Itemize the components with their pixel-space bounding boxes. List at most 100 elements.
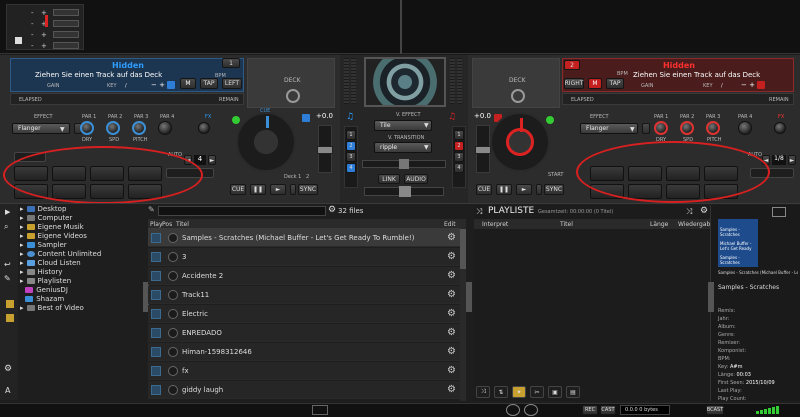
table-row[interactable]: Himan-1598312646 ⚙ [148,343,460,361]
pin-icon[interactable]: ✎ [4,274,11,283]
table-row[interactable]: ENREDADO ⚙ [148,324,460,342]
minus-button[interactable]: - [31,9,39,17]
headphones-icon[interactable]: ♫ [448,112,462,123]
side-tab-sampler[interactable] [466,282,472,312]
param-knob[interactable] [80,121,94,135]
magic-icon[interactable]: ✦ [512,386,526,398]
tree-item-geniusdj[interactable]: GeniusDJ [20,286,68,294]
col-pos[interactable]: Pos [162,221,172,228]
minus-button[interactable]: - [31,31,39,39]
tree-item-videos[interactable]: ▸ Eigene Videos [20,232,87,240]
tree-item-shazam[interactable]: Shazam [20,295,64,303]
bcast-button[interactable]: BCAST [706,405,724,415]
slider-handle[interactable] [317,146,333,154]
crossfader[interactable] [364,186,444,197]
col-title[interactable]: Titel [560,221,573,228]
table-row[interactable]: fx ⚙ [148,362,460,380]
col-edit[interactable]: Edit [444,221,456,228]
loop-value[interactable]: 1/8 [772,155,786,165]
tree-item-computer[interactable]: ▸ Computer [20,214,72,222]
pitch-minus-plus-icon[interactable]: − + [151,81,165,89]
slot-field[interactable] [53,42,79,49]
slider-handle[interactable] [399,159,409,169]
tree-item-music[interactable]: ▸ Eigene Musik [20,223,84,231]
lock-icon[interactable] [302,114,310,122]
deck-select-button[interactable]: 2 [346,141,356,151]
slot-field[interactable] [53,31,79,38]
pause-button[interactable]: ❚❚ [496,184,512,195]
table-row[interactable]: 3 ⚙ [148,248,460,266]
save-icon[interactable]: ▤ [566,386,580,398]
tree-item-cloud[interactable]: ▸ Cloud Listen [20,259,81,267]
gear-icon[interactable]: ⚙ [447,308,456,319]
deck-right-number[interactable]: 2 [564,60,580,70]
pitch-slider[interactable] [475,125,491,173]
param-knob[interactable] [132,121,146,135]
tap-button[interactable]: TAP [606,78,624,89]
fx-knob[interactable] [198,122,210,134]
slot-field[interactable] [53,9,79,16]
col-title[interactable]: Titel [176,221,189,228]
tree-item-history[interactable]: ▸ History [20,268,62,276]
text-size-icon[interactable]: A [5,386,10,395]
shuffle-icon[interactable]: ⤨ [476,386,490,398]
deck-select-button[interactable]: 1 [454,130,464,140]
link-button[interactable]: LINK [378,174,400,184]
deck-select-button[interactable]: 4 [454,163,464,173]
plus-button[interactable]: + [41,31,49,39]
param-knob[interactable] [106,121,120,135]
loop-next-button[interactable]: ► [208,155,216,165]
slot-field[interactable] [53,20,79,27]
side-tab-info[interactable] [708,282,714,312]
cast-button[interactable]: CAST [600,405,616,415]
folder-icon[interactable]: ▶ [5,208,10,216]
right-button[interactable]: RIGHT [564,78,584,89]
sort-icon[interactable]: ⇅ [494,386,508,398]
table-row[interactable]: giddy laugh ⚙ [148,381,460,399]
left-button[interactable]: LEFT [222,78,242,89]
loop-next-button[interactable]: ► [788,155,796,165]
tree-item-playlists[interactable]: ▸ Playlisten [20,277,71,285]
tree-item-desktop[interactable]: ▸ Desktop [20,205,66,213]
deck-select-button[interactable]: 3 [454,152,464,162]
col-artist[interactable]: Interpret [482,221,508,228]
pitch-minus-plus-icon[interactable]: − + [741,81,755,89]
play-button[interactable]: ► [270,184,286,195]
deck-left-number[interactable]: 1 [222,58,240,68]
plus-button[interactable]: + [41,42,49,50]
sync-mode-button[interactable] [536,184,542,195]
headphones-icon[interactable]: ♫ [346,112,360,123]
gear-icon[interactable]: ⚙ [447,365,456,376]
tree-item-content[interactable]: ▸ Content Unlimited [20,250,101,258]
master-button[interactable]: M [588,78,602,89]
gear-icon[interactable]: ⚙ [447,251,456,262]
fx-knob[interactable] [774,122,786,134]
sync-button[interactable]: SYNC [544,184,564,195]
headphone-volume-knob[interactable] [524,404,538,416]
gear-icon[interactable]: ⚙ [447,346,456,357]
folder-icon[interactable] [6,300,14,308]
table-row[interactable]: Accidente 2 ⚙ [148,267,460,285]
camera-icon[interactable]: ▣ [548,386,562,398]
cue-button[interactable]: CUE [230,184,246,195]
tree-item-best-of-video[interactable]: ▸ Best of Video [20,304,84,312]
gear-icon[interactable]: ⚙ [447,327,456,338]
slider-handle[interactable] [475,146,491,154]
back-icon[interactable]: ↩ [4,260,11,269]
cue-button[interactable]: CUE [476,184,492,195]
sync-mode-button[interactable] [290,184,296,195]
stop-icon[interactable] [15,37,22,44]
gear-icon[interactable]: ⚙ [447,232,456,243]
gear-icon[interactable]: ⚙ [4,364,12,374]
search-input[interactable] [158,206,326,216]
rec-button[interactable]: REC [582,405,598,415]
param-knob[interactable] [158,121,172,135]
master-button[interactable]: M [180,78,196,89]
col-length[interactable]: Länge [650,221,668,228]
table-row[interactable]: Electric ⚙ [148,305,460,323]
table-row[interactable]: Samples - Scratches (Michael Buffer - Le… [148,229,460,247]
video-crossfader[interactable] [362,159,446,169]
gear-icon[interactable]: ⚙ [700,206,708,216]
deck-select-button[interactable]: 4 [346,163,356,173]
jog-wheel[interactable] [236,112,296,172]
